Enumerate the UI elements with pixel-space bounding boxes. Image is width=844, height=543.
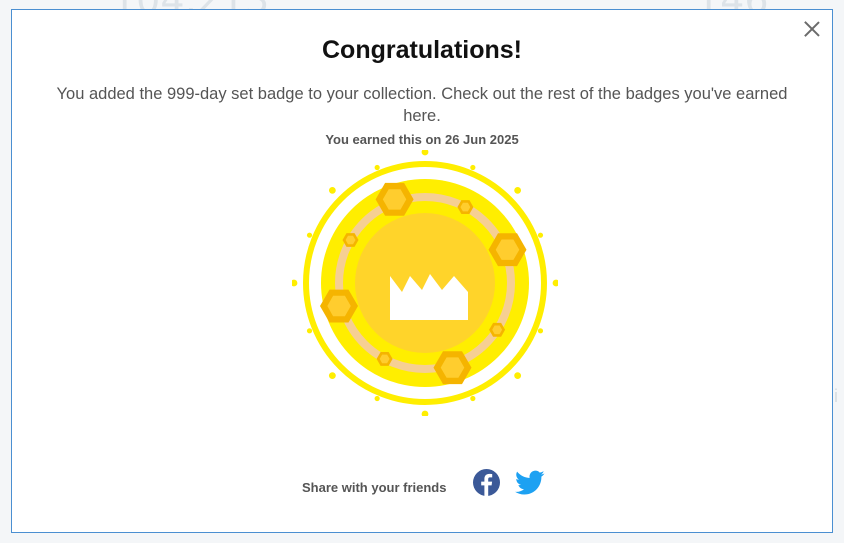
congratulations-modal: Congratulations! You added the 999-day s… <box>11 9 833 533</box>
badge-ray-dot <box>328 186 336 194</box>
badge-ray-dot <box>306 232 313 238</box>
badge-ray-dot <box>514 186 522 194</box>
badge-ray-dot <box>374 164 380 171</box>
modal-description: You added the 999-day set badge to your … <box>56 85 788 125</box>
badge-ray-dot <box>328 372 336 380</box>
badge-ray-dot <box>306 328 313 334</box>
badge-ray-dot <box>470 395 476 402</box>
modal-title: Congratulations! <box>322 36 522 64</box>
badge-ray-dot <box>421 410 429 416</box>
earned-date: You earned this on 26 Jun 2025 <box>325 132 519 147</box>
share-label: Share with your friends <box>302 480 447 495</box>
badge-ray-dot <box>552 279 558 287</box>
badge-ray-dot <box>537 232 544 238</box>
badge-ray-dot <box>514 372 522 380</box>
twitter-icon[interactable] <box>515 470 545 496</box>
badge-ray-dot <box>537 328 544 334</box>
background-fragment: i <box>834 386 838 406</box>
badge-999-day-set <box>292 150 558 416</box>
badge-ray-dot <box>292 279 298 287</box>
badge-ray-dot <box>374 395 380 402</box>
badge-ray-dot <box>421 150 429 156</box>
badge-ray-dot <box>470 164 476 171</box>
close-icon[interactable] <box>804 21 820 37</box>
facebook-icon[interactable] <box>473 469 500 496</box>
